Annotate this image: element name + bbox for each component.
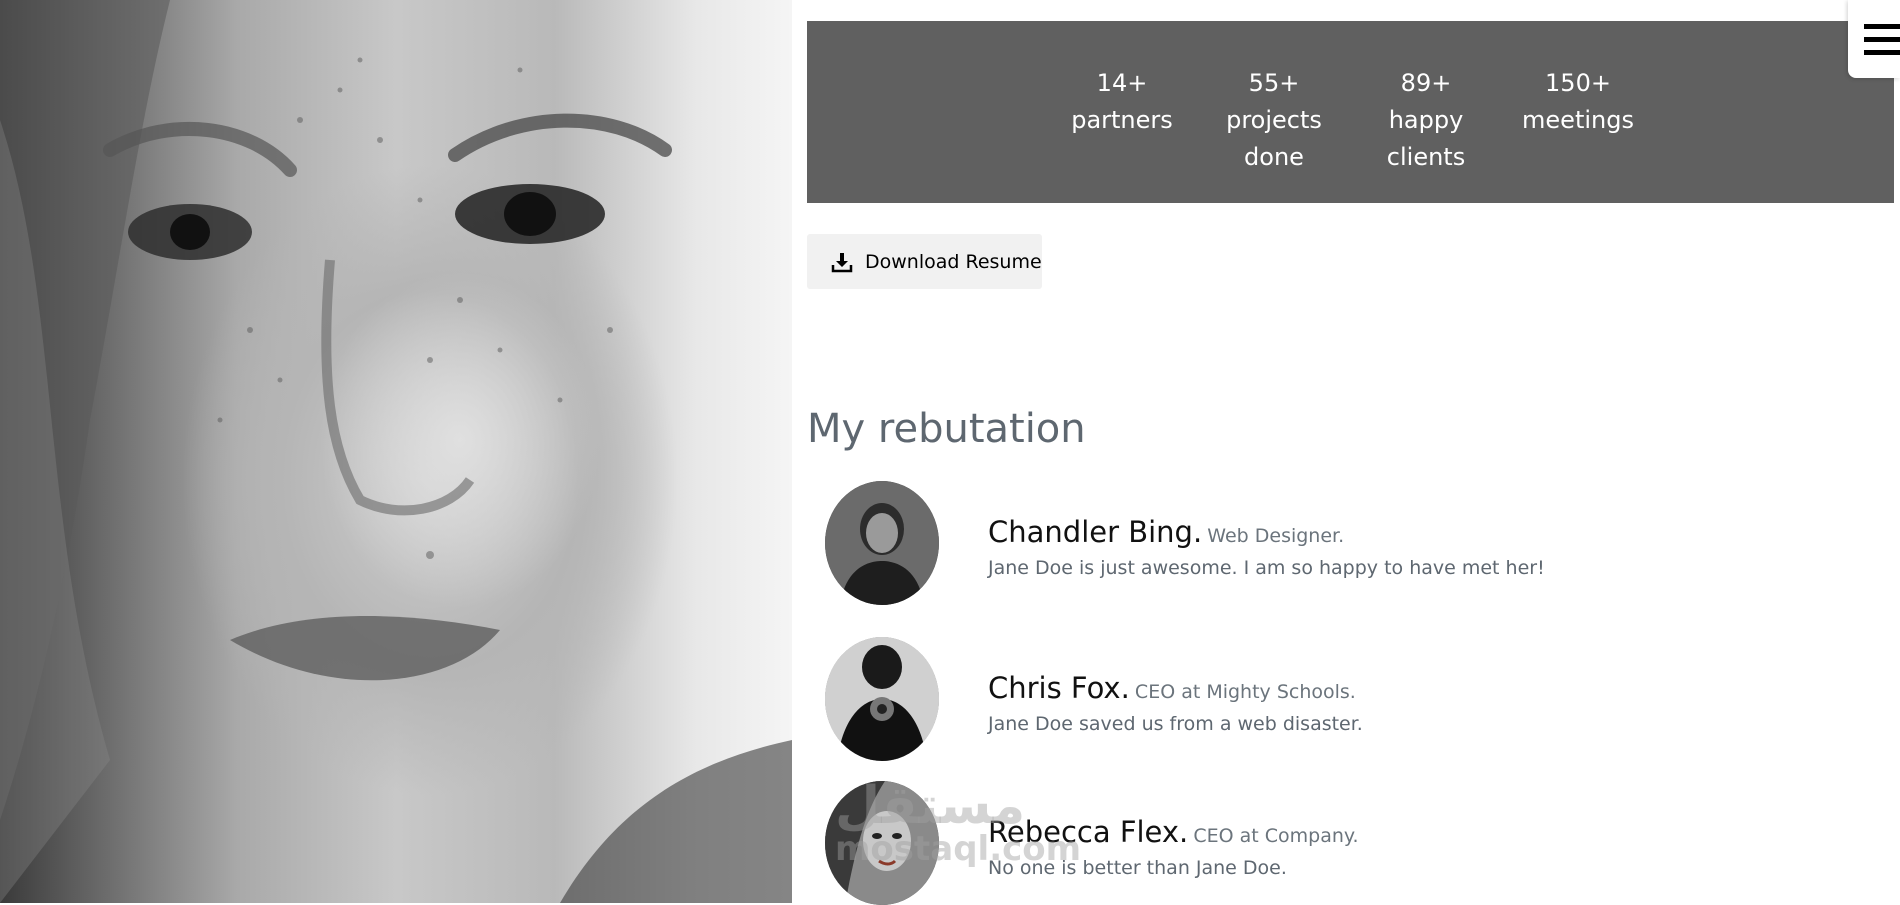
stat-label: projects [1226,106,1322,134]
reviewer-name: Rebecca Flex. [988,815,1189,849]
stat-value: 89+ [1400,69,1452,97]
testimonial-quote: No one is better than Jane Doe. [988,857,1287,879]
download-resume-label: Download Resume [865,250,1042,273]
portrait-photo [0,0,792,903]
download-resume-button[interactable]: Download Resume [807,234,1042,289]
stat-value: 150+ [1545,69,1611,97]
stats-bar: 14+ partners 55+ projects done 89+ happy… [807,21,1894,203]
section-title: My rebutation [807,406,1086,452]
reviewer-role: Web Designer. [1207,525,1345,547]
reviewer-name: Chris Fox. [988,671,1130,705]
reviewer-name: Chandler Bing. [988,515,1203,549]
testimonial-item: Rebecca Flex. CEO at Company. No one is … [825,781,1825,905]
testimonial-item: Chandler Bing. Web Designer. Jane Doe is… [825,481,1825,605]
reviewer-role: CEO at Mighty Schools. [1134,681,1356,703]
testimonial-item: Chris Fox. CEO at Mighty Schools. Jane D… [825,637,1825,761]
hamburger-line [1864,50,1900,55]
stat-label: partners [1071,106,1173,134]
stat-meetings: 150+ meetings [1518,65,1638,139]
testimonial-quote: Jane Doe is just awesome. I am so happy … [988,557,1545,579]
menu-button[interactable] [1848,0,1900,78]
reviewer-role: CEO at Company. [1193,825,1359,847]
avatar [825,637,939,761]
hamburger-menu-icon [1864,24,1900,29]
testimonial-quote: Jane Doe saved us from a web disaster. [988,713,1363,735]
stat-label: meetings [1522,106,1634,134]
stat-label: clients [1386,143,1466,171]
hamburger-line [1864,37,1900,42]
stat-value: 55+ [1248,69,1300,97]
stat-projects: 55+ projects done [1214,65,1334,176]
stat-clients: 89+ happy clients [1366,65,1486,176]
stat-partners: 14+ partners [1062,65,1182,139]
avatar [825,481,939,605]
stat-label: done [1244,143,1304,171]
stat-label: happy [1388,106,1464,134]
download-icon [831,251,853,273]
avatar [825,781,939,905]
stat-value: 14+ [1096,69,1148,97]
